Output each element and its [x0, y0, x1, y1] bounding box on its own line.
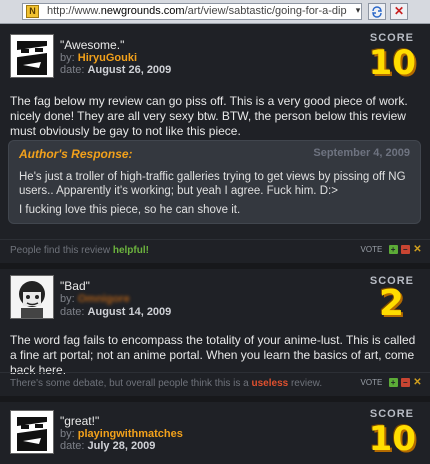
avatar-image — [11, 411, 53, 453]
review-rating-text: People find this review helpful! — [10, 245, 149, 256]
useless-status: useless — [251, 378, 289, 389]
footer-prefix: There's some debate, but overall people … — [10, 378, 252, 389]
footer-suffix: review. — [288, 378, 323, 389]
review-item: "great!" by: playingwithmatches date: Ju… — [0, 402, 430, 464]
author-response-text-2: I fucking love this piece, so he can sho… — [19, 204, 241, 216]
stop-button[interactable]: ✕ — [390, 3, 408, 20]
by-label: by: — [60, 428, 75, 440]
url-prefix: http://www. — [47, 5, 101, 17]
author-response-heading: Author's Response: — [19, 147, 133, 161]
helpful-status: helpful! — [112, 245, 149, 256]
close-icon: ✕ — [393, 4, 405, 18]
review-body: The fag below my review can go piss off.… — [10, 94, 408, 138]
url-path: /art/view/sabtastic/going-for-a-dip — [184, 5, 347, 17]
score-value: 2 — [378, 283, 404, 324]
vote-label: VOTE — [360, 245, 383, 254]
review-date-line: date: August 26, 2009 — [60, 64, 171, 76]
vote-abuse-icon[interactable]: ✕ — [413, 245, 422, 255]
refresh-icon — [372, 6, 382, 18]
review-title: "Awesome." — [60, 38, 125, 52]
vote-down-icon[interactable]: − — [400, 378, 410, 388]
vote-up-icon[interactable]: + — [388, 378, 398, 388]
avatar[interactable] — [10, 34, 54, 78]
vote-down-icon[interactable]: − — [400, 245, 410, 255]
avatar-image — [11, 35, 53, 77]
by-label: by: — [60, 52, 75, 64]
avatar[interactable] — [10, 275, 54, 319]
footer-prefix: People find this review — [10, 245, 113, 256]
score-value: 10 — [368, 43, 416, 83]
vote-controls: VOTE + − ✕ — [360, 378, 422, 388]
author-response-box: Author's Response: September 4, 2009 He'… — [8, 140, 421, 224]
review-date: July 28, 2009 — [87, 440, 156, 452]
reviewer-link[interactable]: HiryuGouki — [78, 52, 137, 64]
review-item: "Awesome." by: HiryuGouki date: August 2… — [0, 24, 430, 264]
author-response-date: September 4, 2009 — [313, 147, 410, 159]
vote-abuse-icon[interactable]: ✕ — [413, 378, 422, 388]
review-author-line: by: HiryuGouki — [60, 52, 137, 64]
date-label: date: — [60, 64, 85, 76]
reviewer-link[interactable]: Omnigore — [78, 293, 130, 305]
avatar[interactable] — [10, 410, 54, 454]
review-title: "great!" — [60, 414, 100, 428]
review-footer: There's some debate, but overall people … — [0, 372, 430, 393]
review-footer: People find this review helpful! VOTE + … — [0, 239, 430, 260]
review-date: August 26, 2009 — [87, 64, 172, 76]
review-date-line: date: July 28, 2009 — [60, 440, 155, 452]
by-label: by: — [60, 293, 75, 305]
score-value: 10 — [368, 419, 416, 459]
browser-address-bar: N http://www.newgrounds.com/art/view/sab… — [0, 0, 430, 24]
reviewer-link[interactable]: playingwithmatches — [78, 428, 183, 440]
url-field[interactable]: N http://www.newgrounds.com/art/view/sab… — [22, 3, 362, 20]
review-date: August 14, 2009 — [87, 306, 172, 318]
author-response-text: He's just a troller of high-traffic gall… — [19, 171, 406, 197]
review-title: "Bad" — [60, 279, 90, 293]
date-label: date: — [60, 306, 85, 318]
review-date-line: date: August 14, 2009 — [60, 306, 171, 318]
avatar-image — [11, 276, 53, 318]
vote-label: VOTE — [360, 378, 383, 387]
url-host: newgrounds.com — [100, 5, 185, 17]
review-item: "Bad" by: Omnigore date: August 14, 2009… — [0, 269, 430, 401]
vote-up-icon[interactable]: + — [388, 245, 398, 255]
url-dropdown-icon[interactable]: ▾ — [352, 5, 364, 17]
date-label: date: — [60, 440, 85, 452]
review-author-line: by: Omnigore — [60, 293, 130, 305]
review-rating-text: There's some debate, but overall people … — [10, 378, 322, 389]
refresh-button[interactable] — [368, 3, 386, 20]
newgrounds-favicon-icon: N — [26, 5, 39, 18]
vote-controls: VOTE + − ✕ — [360, 245, 422, 255]
review-author-line: by: playingwithmatches — [60, 428, 183, 440]
